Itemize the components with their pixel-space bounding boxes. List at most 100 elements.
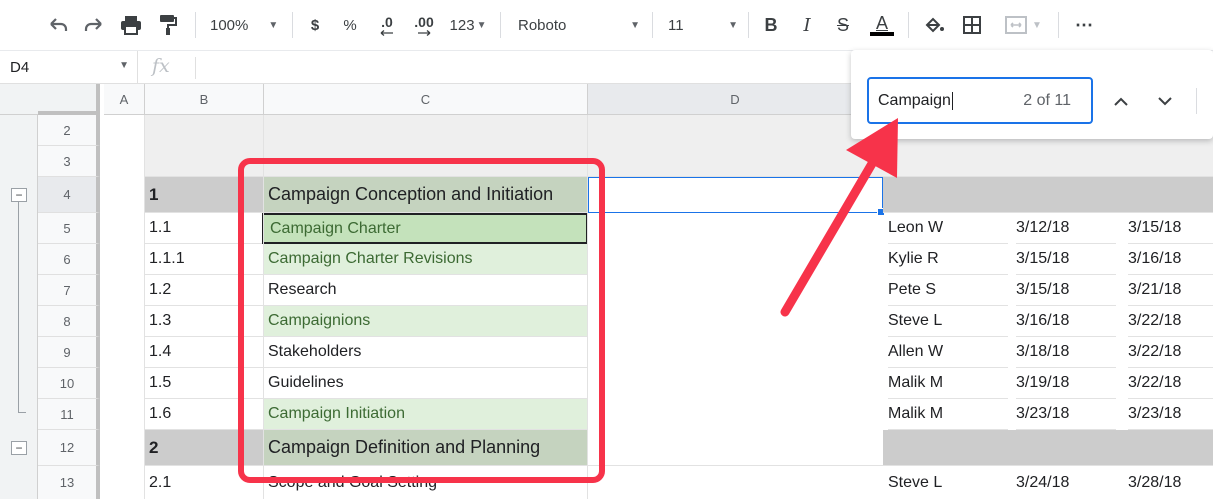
cell-c4[interactable]: Campaign Conception and Initiation xyxy=(264,177,588,213)
arrow-left-icon xyxy=(380,30,393,36)
row-header[interactable]: 10 xyxy=(38,368,100,399)
column-header-c[interactable]: C xyxy=(264,84,588,115)
cell-end-date[interactable]: 3/23/18 xyxy=(1128,399,1213,430)
grid-line xyxy=(144,115,145,499)
cell-c13[interactable]: Scope and Goal Setting xyxy=(264,466,588,499)
strikethrough-button[interactable]: S xyxy=(832,10,854,40)
borders-icon[interactable] xyxy=(958,10,986,40)
chevron-down-icon: ▼ xyxy=(1032,19,1042,31)
cell-b6[interactable]: 1.1.1 xyxy=(145,244,264,275)
toolbar-separator xyxy=(748,12,749,38)
cell-assignee[interactable]: Malik M xyxy=(888,399,1008,430)
paint-format-icon[interactable] xyxy=(154,10,182,40)
cell-b9[interactable]: 1.4 xyxy=(145,337,264,368)
row-header[interactable]: 6 xyxy=(38,244,100,275)
cell-e4[interactable] xyxy=(883,177,1213,213)
fill-color-icon[interactable] xyxy=(920,10,948,40)
row-header[interactable]: 5 xyxy=(38,213,100,244)
grid-line xyxy=(587,115,588,499)
cell-assignee[interactable]: Leon W xyxy=(888,213,1008,244)
cell-assignee[interactable]: Allen W xyxy=(888,337,1008,368)
cell-b12[interactable]: 2 xyxy=(145,430,264,466)
cell-b5[interactable]: 1.1 xyxy=(145,213,264,244)
previous-match-button[interactable] xyxy=(1110,90,1132,112)
merge-cells-icon[interactable]: ▼ xyxy=(996,10,1050,40)
cell-e12[interactable] xyxy=(883,430,1213,466)
more-formats-button[interactable]: 123 ▼ xyxy=(446,10,490,40)
find-input[interactable]: Campaign 2 of 11 xyxy=(867,77,1093,124)
cell-end-date[interactable]: 3/16/18 xyxy=(1128,244,1213,275)
cell-start-date[interactable]: 3/15/18 xyxy=(1016,244,1116,275)
cell-c7[interactable]: Research xyxy=(264,275,588,306)
cell-start-date[interactable]: 3/24/18 xyxy=(1016,466,1116,499)
redo-icon[interactable] xyxy=(80,10,108,40)
cell-c6[interactable]: Campaign Charter Revisions xyxy=(264,244,588,275)
cell-start-date[interactable]: 3/12/18 xyxy=(1016,213,1116,244)
group-line-end xyxy=(18,412,26,413)
column-header-d[interactable]: D xyxy=(588,84,883,115)
cell-c10[interactable]: Guidelines xyxy=(264,368,588,399)
cell-b8[interactable]: 1.3 xyxy=(145,306,264,337)
cell-start-date[interactable]: 3/15/18 xyxy=(1016,275,1116,306)
bold-button[interactable]: B xyxy=(760,10,782,40)
row-header[interactable]: 9 xyxy=(38,337,100,368)
name-box-value: D4 xyxy=(10,59,30,76)
font-select[interactable]: Roboto ▼ xyxy=(518,10,640,40)
cell-b13[interactable]: 2.1 xyxy=(145,466,264,499)
column-header-b[interactable]: B xyxy=(145,84,264,115)
cell-start-date[interactable]: 3/18/18 xyxy=(1016,337,1116,368)
cell-b11[interactable]: 1.6 xyxy=(145,399,264,430)
cell-end-date[interactable]: 3/22/18 xyxy=(1128,368,1213,399)
cell-assignee[interactable]: Malik M xyxy=(888,368,1008,399)
name-box[interactable]: D4 ▼ xyxy=(0,51,138,84)
cell-end-date[interactable]: 3/28/18 xyxy=(1128,466,1213,499)
undo-icon[interactable] xyxy=(44,10,72,40)
cell-b4[interactable]: 1 xyxy=(145,177,264,213)
more-options-icon[interactable]: ⋯ xyxy=(1070,10,1098,40)
cell-end-date[interactable]: 3/15/18 xyxy=(1128,213,1213,244)
fx-icon: fx xyxy=(152,55,170,77)
row-header[interactable]: 4 xyxy=(38,177,100,213)
decrease-decimal-button[interactable]: .0 xyxy=(372,10,402,40)
cell-end-date[interactable]: 3/21/18 xyxy=(1128,275,1213,306)
zoom-select[interactable]: 100% ▼ xyxy=(210,10,282,40)
cell-c12[interactable]: Campaign Definition and Planning xyxy=(264,430,588,466)
print-icon[interactable] xyxy=(116,10,146,40)
column-header-a[interactable]: A xyxy=(104,84,145,115)
cell-end-date[interactable]: 3/22/18 xyxy=(1128,306,1213,337)
cell-assignee[interactable]: Pete S xyxy=(888,275,1008,306)
select-all-corner[interactable] xyxy=(38,84,100,115)
cell-b10[interactable]: 1.5 xyxy=(145,368,264,399)
cell-assignee[interactable]: Steve L xyxy=(888,306,1008,337)
cell-d12[interactable] xyxy=(588,430,883,466)
increase-decimal-button[interactable]: .00 xyxy=(408,10,440,40)
row-header[interactable]: 11 xyxy=(38,399,100,430)
currency-button[interactable]: $ xyxy=(304,10,326,40)
cell-start-date[interactable]: 3/23/18 xyxy=(1016,399,1116,430)
collapse-group-button[interactable]: − xyxy=(11,441,27,455)
row-header[interactable]: 2 xyxy=(38,115,100,146)
italic-button[interactable]: I xyxy=(796,10,818,40)
row-header[interactable]: 8 xyxy=(38,306,100,337)
cell-b7[interactable]: 1.2 xyxy=(145,275,264,306)
cell-c11[interactable]: Campaign Initiation xyxy=(264,399,588,430)
row-header[interactable]: 3 xyxy=(38,146,100,177)
text-color-button[interactable]: A xyxy=(868,10,896,40)
percent-button[interactable]: % xyxy=(339,10,361,40)
cell-assignee[interactable]: Steve L xyxy=(888,466,1008,499)
collapse-group-button[interactable]: − xyxy=(11,188,27,202)
cell-end-date[interactable]: 3/22/18 xyxy=(1128,337,1213,368)
more-formats-label: 123 xyxy=(449,16,475,34)
row-header[interactable]: 12 xyxy=(38,430,100,466)
cell-start-date[interactable]: 3/16/18 xyxy=(1016,306,1116,337)
row-header[interactable]: 13 xyxy=(38,466,100,499)
cell-c5-current-match[interactable]: Campaign Charter xyxy=(262,213,588,244)
cell-c8[interactable]: Campaignions xyxy=(264,306,588,337)
row-header[interactable]: 7 xyxy=(38,275,100,306)
cell-assignee[interactable]: Kylie R xyxy=(888,244,1008,275)
cell-start-date[interactable]: 3/19/18 xyxy=(1016,368,1116,399)
font-size-select[interactable]: 11 ▼ xyxy=(668,10,738,40)
cell-c9[interactable]: Stakeholders xyxy=(264,337,588,368)
next-match-button[interactable] xyxy=(1154,90,1176,112)
cell-d4-selected[interactable] xyxy=(588,177,883,213)
